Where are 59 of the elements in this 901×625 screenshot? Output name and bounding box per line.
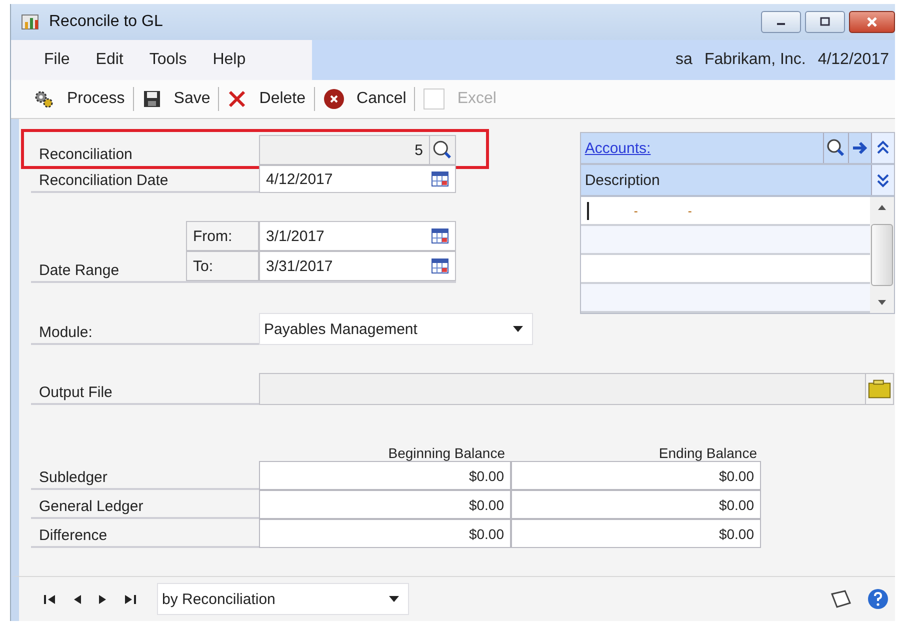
date-field[interactable]: 3/1/2017 — [259, 221, 456, 251]
output-file-field[interactable] — [259, 373, 866, 405]
amount-cell: $0.00 — [259, 461, 511, 490]
menu-item[interactable]: Edit — [82, 51, 136, 69]
mask-dash: - — [688, 204, 692, 218]
menu-item[interactable]: Tools — [136, 51, 200, 69]
to-label: To: — [186, 251, 259, 281]
last-record-icon[interactable] — [123, 593, 137, 605]
first-record-icon[interactable] — [43, 593, 57, 605]
delete-icon — [227, 89, 248, 109]
scroll-down-icon[interactable] — [877, 299, 887, 307]
scroll-up-icon[interactable] — [877, 203, 887, 211]
folder-icon[interactable] — [866, 373, 894, 405]
dropdown-arrow-icon — [512, 325, 524, 333]
menu-item[interactable]: Help — [200, 51, 259, 69]
user-name: sa — [676, 51, 692, 69]
calendar-icon[interactable] — [431, 258, 449, 274]
field-label: Date Range — [39, 262, 120, 279]
date-field[interactable]: 4/12/2017 — [259, 165, 456, 193]
amount-cell: $0.00 — [511, 461, 761, 490]
close-icon — [865, 17, 879, 27]
maximize-icon — [819, 17, 831, 27]
toolbar-button[interactable]: Process — [25, 89, 133, 109]
help-icon[interactable] — [867, 588, 889, 610]
chart-icon — [21, 13, 41, 31]
module-dropdown[interactable]: Payables Management — [259, 313, 533, 345]
mask-dash: - — [634, 204, 638, 218]
column-header: Description — [584, 172, 661, 188]
amount-cell: $0.00 — [259, 490, 511, 519]
gears-icon — [33, 89, 55, 109]
from-label: From: — [186, 221, 259, 251]
company-name: Fabrikam, Inc. — [704, 51, 806, 69]
dropdown-arrow-icon — [388, 595, 400, 603]
blank-icon — [423, 88, 446, 110]
calendar-icon[interactable] — [431, 228, 449, 244]
menu-item[interactable]: File — [31, 51, 83, 69]
column-header: Ending Balance — [658, 445, 758, 461]
sort-dropdown[interactable]: by Reconciliation — [157, 583, 409, 615]
search-icon[interactable] — [430, 135, 456, 165]
cancel-icon — [322, 88, 345, 110]
window-title: Reconcile to GL — [49, 13, 163, 31]
toolbar-button[interactable]: Save — [134, 89, 218, 109]
amount-cell: $0.00 — [259, 519, 511, 548]
session-date: 4/12/2017 — [818, 51, 889, 69]
date-field[interactable]: 3/31/2017 — [259, 251, 456, 281]
close-button[interactable] — [849, 11, 895, 33]
double-chevron-up-icon[interactable] — [871, 133, 894, 163]
calendar-icon[interactable] — [431, 171, 449, 187]
amount-cell: $0.00 — [511, 490, 761, 519]
note-icon[interactable] — [829, 588, 853, 610]
column-header: Beginning Balance — [387, 445, 506, 461]
amount-cell: $0.00 — [511, 519, 761, 548]
double-chevron-down-icon[interactable] — [871, 165, 894, 195]
scrollbar[interactable] — [870, 197, 894, 313]
maximize-button[interactable] — [805, 11, 845, 33]
toolbar-button[interactable]: Cancel — [314, 88, 414, 110]
field-label: Reconciliation — [38, 145, 134, 165]
reconciliation-field[interactable]: 5 — [259, 135, 430, 165]
toolbar-button[interactable]: Delete — [219, 89, 314, 109]
